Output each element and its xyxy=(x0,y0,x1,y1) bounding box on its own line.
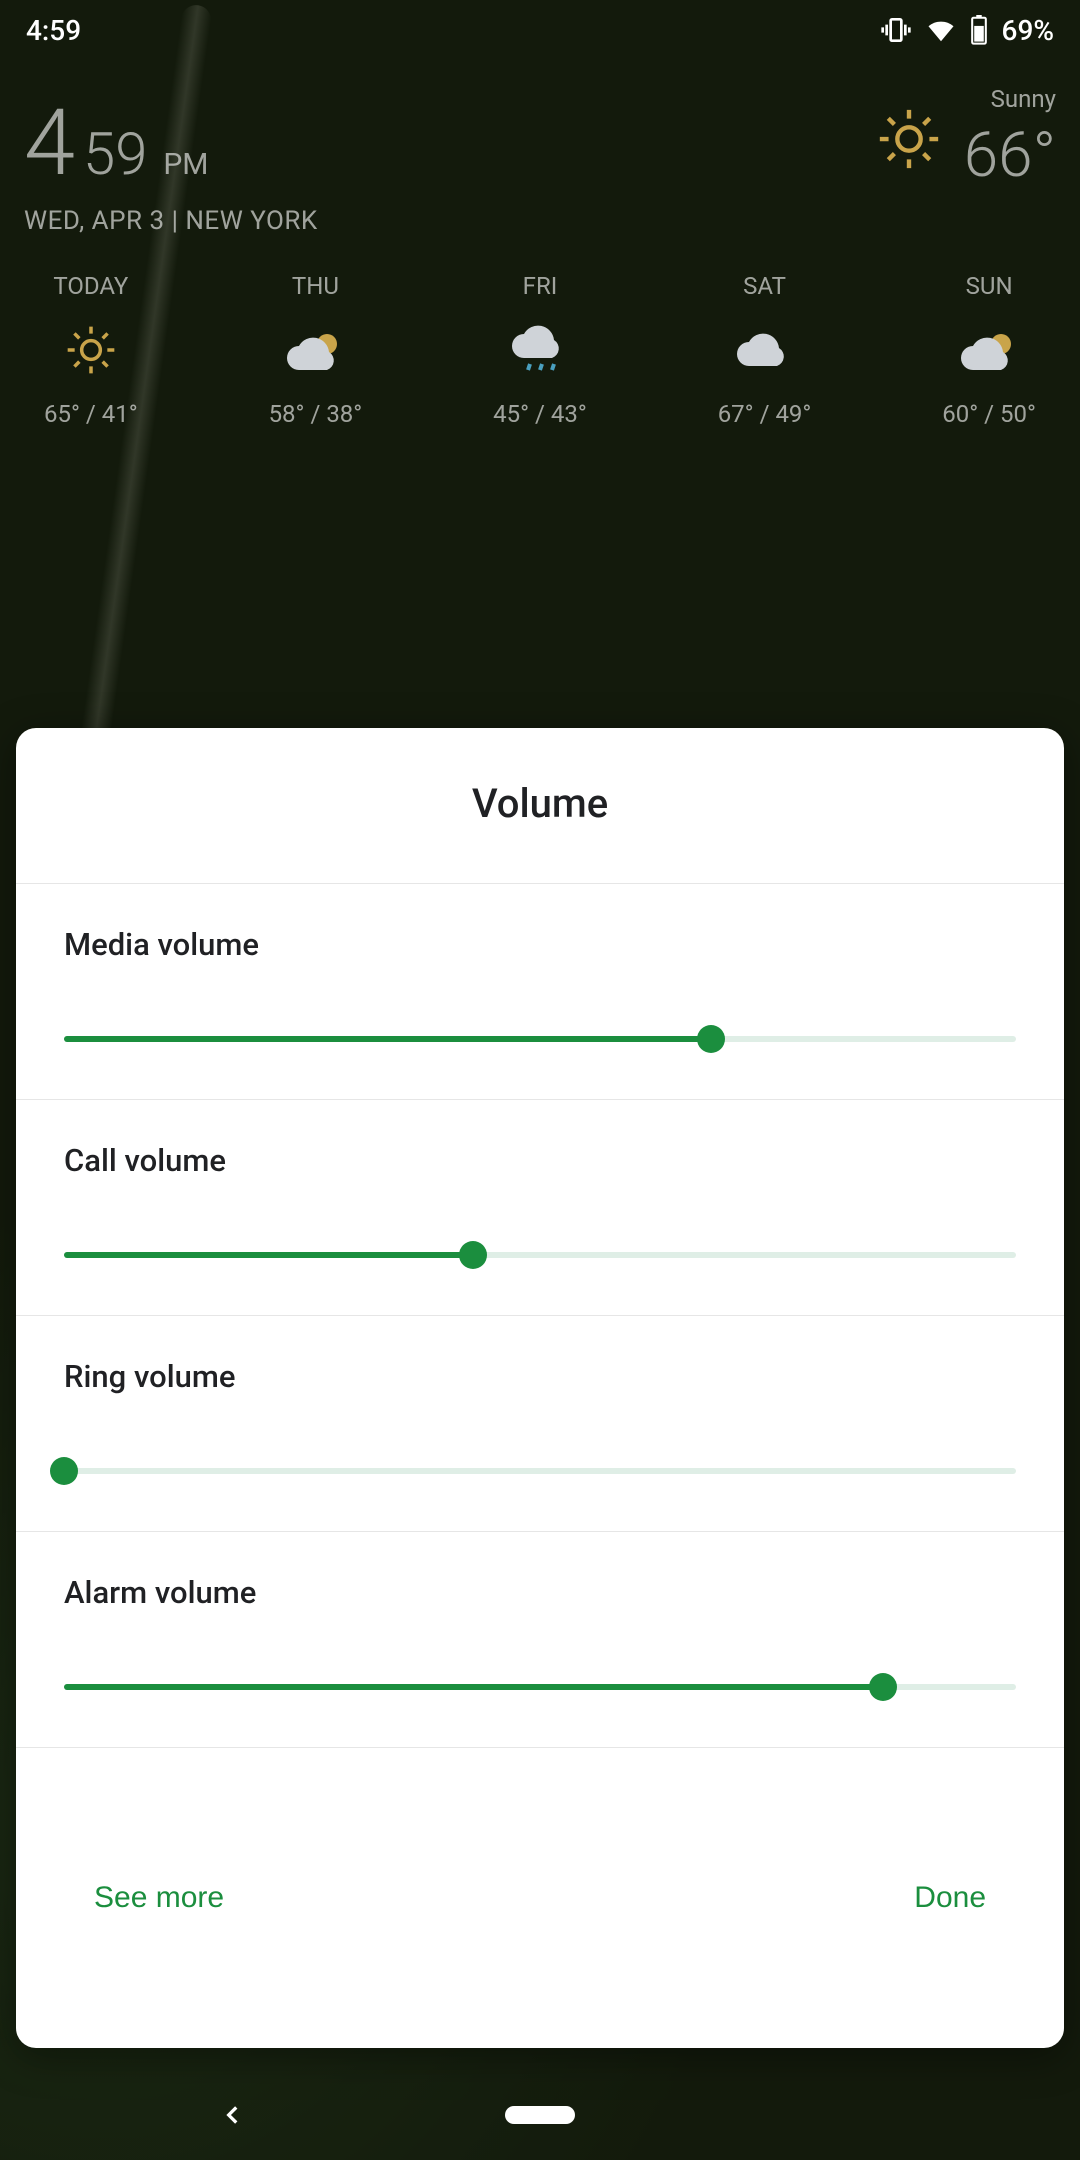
done-button[interactable]: Done xyxy=(914,1881,986,1915)
see-more-button[interactable]: See more xyxy=(94,1881,224,1915)
forecast-row: TODAY 65° / 41° THU 58° / 38° FRI 45° / … xyxy=(24,272,1056,428)
forecast-day: TODAY 65° / 41° xyxy=(44,272,138,428)
sun-icon xyxy=(874,104,944,174)
dialog-header: Volume xyxy=(16,728,1064,884)
status-bar: 4:59 69% xyxy=(0,0,1080,60)
slider-label: Ring volume xyxy=(64,1358,1016,1395)
clock-ampm: PM xyxy=(163,147,208,182)
slider-label: Alarm volume xyxy=(64,1574,1016,1611)
weather-temp: 66° xyxy=(964,119,1056,192)
status-time: 4:59 xyxy=(26,14,81,47)
slider-label: Call volume xyxy=(64,1142,1016,1179)
nav-bar xyxy=(0,2070,1080,2160)
forecast-temps: 45° / 43° xyxy=(493,400,587,428)
ring-volume-slider[interactable] xyxy=(64,1459,1016,1483)
date-location: WED, APR 3 | NEW YORK xyxy=(24,206,1056,236)
vibrate-icon xyxy=(880,14,912,46)
call-volume-row: Call volume xyxy=(16,1100,1064,1316)
clock: 4 59 PM xyxy=(24,98,209,190)
cloud-icon xyxy=(733,318,797,382)
partly-sunny-icon xyxy=(957,318,1021,382)
slider-label: Media volume xyxy=(64,926,1016,963)
sun-icon xyxy=(63,318,119,382)
forecast-label: FRI xyxy=(523,272,558,300)
forecast-day: FRI 45° / 43° xyxy=(493,272,587,428)
forecast-day: SAT 67° / 49° xyxy=(718,272,812,428)
forecast-temps: 65° / 41° xyxy=(44,400,138,428)
rain-icon xyxy=(508,318,572,382)
forecast-label: SUN xyxy=(966,272,1013,300)
home-pill[interactable] xyxy=(505,2106,575,2124)
forecast-label: TODAY xyxy=(53,272,128,300)
forecast-label: SAT xyxy=(743,272,786,300)
forecast-temps: 67° / 49° xyxy=(718,400,812,428)
media-volume-row: Media volume xyxy=(16,884,1064,1100)
weather-condition: Sunny xyxy=(964,85,1056,113)
partly-sunny-icon xyxy=(283,318,347,382)
ring-volume-row: Ring volume xyxy=(16,1316,1064,1532)
media-volume-slider[interactable] xyxy=(64,1027,1016,1051)
weather-now: Sunny 66° xyxy=(874,85,1056,192)
forecast-temps: 58° / 38° xyxy=(269,400,363,428)
alarm-volume-row: Alarm volume xyxy=(16,1532,1064,1748)
alarm-volume-slider[interactable] xyxy=(64,1675,1016,1699)
dialog-title: Volume xyxy=(16,780,1064,827)
clock-minute: 59 xyxy=(83,121,147,189)
call-volume-slider[interactable] xyxy=(64,1243,1016,1267)
back-icon[interactable] xyxy=(220,2102,246,2128)
home-widget: 4 59 PM Sunny 66° WED, APR 3 | NEW YORK … xyxy=(24,85,1056,428)
clock-hour: 4 xyxy=(24,98,75,190)
forecast-day: THU 58° / 38° xyxy=(269,272,363,428)
wifi-icon xyxy=(926,15,956,45)
dialog-footer: See more Done xyxy=(16,1748,1064,2048)
forecast-temps: 60° / 50° xyxy=(942,400,1036,428)
status-battery-pct: 69% xyxy=(1002,14,1054,47)
forecast-label: THU xyxy=(292,272,339,300)
volume-dialog: Volume Media volume Call volume Ring vol… xyxy=(16,728,1064,2048)
battery-icon xyxy=(970,15,988,45)
forecast-day: SUN 60° / 50° xyxy=(942,272,1036,428)
